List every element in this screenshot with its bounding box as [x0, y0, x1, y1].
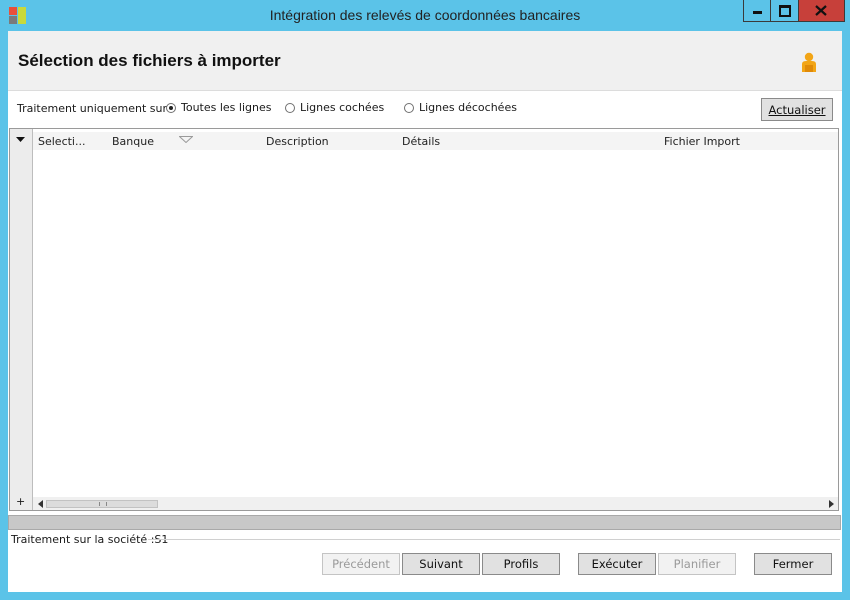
close-icon: [815, 5, 827, 16]
profiles-button-label: Profils: [503, 557, 539, 571]
refresh-button[interactable]: Actualiser: [761, 98, 833, 121]
radio-indicator: [285, 102, 295, 113]
refresh-button-label: Actualiser: [768, 102, 826, 117]
scroll-left-icon[interactable]: [38, 500, 43, 508]
grid-header: Selecti... Banque Description Détails Fi…: [33, 132, 838, 150]
profiles-button[interactable]: Profils: [482, 553, 560, 575]
window-title: Intégration des relevés de coordonnées b…: [269, 7, 581, 23]
row-indicator-column: +: [10, 129, 33, 510]
radio-label: Lignes cochées: [300, 101, 385, 114]
close-dialog-button[interactable]: Fermer: [754, 553, 832, 575]
main-panel: Sélection des fichiers à importer Traite…: [8, 31, 842, 592]
column-header-selection[interactable]: Selecti...: [38, 135, 85, 148]
column-header-details[interactable]: Détails: [402, 135, 440, 148]
maximize-button[interactable]: [770, 0, 799, 22]
schedule-button[interactable]: Planifier: [658, 553, 736, 575]
header-band: Sélection des fichiers à importer: [8, 31, 842, 91]
status-divider: [148, 539, 840, 540]
status-text: Traitement sur la société :S1: [11, 533, 169, 546]
radio-unchecked-lines[interactable]: Lignes décochées: [404, 101, 517, 114]
scrollbar-grip: [99, 502, 107, 506]
radio-checked-lines[interactable]: Lignes cochées: [285, 101, 384, 114]
radio-indicator: [166, 102, 176, 113]
minimize-icon: [753, 11, 762, 14]
add-row-icon[interactable]: +: [16, 496, 25, 507]
next-button-label: Suivant: [419, 557, 463, 571]
scroll-right-icon[interactable]: [829, 500, 834, 508]
execute-button[interactable]: Exécuter: [578, 553, 656, 575]
close-dialog-button-label: Fermer: [772, 557, 814, 571]
progress-bar: [8, 515, 841, 530]
sort-icon[interactable]: [179, 136, 193, 143]
column-header-bank[interactable]: Banque: [112, 135, 154, 148]
radio-label: Toutes les lignes: [181, 101, 272, 114]
filter-label: Traitement uniquement sur :: [17, 102, 175, 115]
page-title: Sélection des fichiers à importer: [18, 51, 281, 70]
column-header-description[interactable]: Description: [266, 135, 329, 148]
file-grid[interactable]: + Selecti... Banque Description Détails …: [9, 128, 839, 511]
minimize-button[interactable]: [743, 0, 771, 22]
schedule-button-label: Planifier: [673, 557, 721, 571]
close-button[interactable]: [798, 0, 845, 22]
title-bar: Intégration des relevés de coordonnées b…: [0, 0, 850, 31]
horizontal-scrollbar[interactable]: [33, 497, 838, 510]
column-header-import-file[interactable]: Fichier Import: [664, 135, 740, 148]
maximize-icon: [779, 5, 791, 17]
previous-button-label: Précédent: [332, 557, 390, 571]
execute-button-label: Exécuter: [591, 557, 643, 571]
radio-label: Lignes décochées: [419, 101, 517, 114]
radio-all-lines[interactable]: Toutes les lignes: [166, 101, 271, 114]
scrollbar-thumb[interactable]: [46, 500, 158, 508]
user-icon: [802, 52, 816, 72]
chevron-down-icon[interactable]: [16, 137, 25, 143]
next-button[interactable]: Suivant: [402, 553, 480, 575]
previous-button[interactable]: Précédent: [322, 553, 400, 575]
radio-indicator: [404, 102, 414, 113]
